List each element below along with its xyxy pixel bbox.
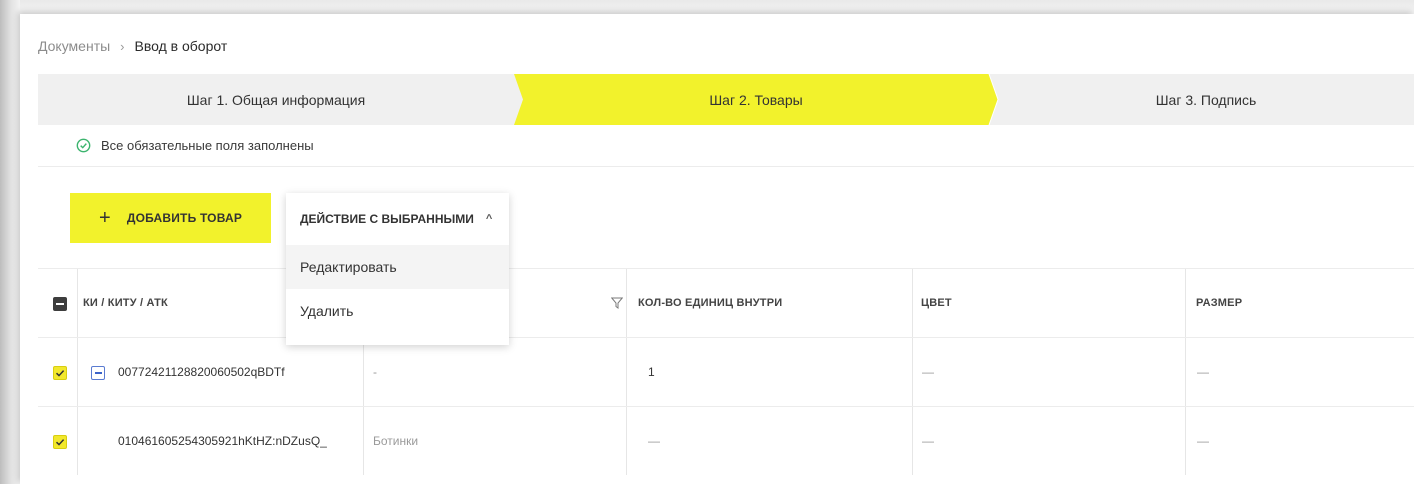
column-divider — [77, 269, 78, 337]
table-row[interactable]: 00772421128820060502qBDTf - 1 — — — [38, 337, 1414, 406]
row-code: 00772421128820060502qBDTf — [118, 365, 285, 379]
row-color: — — [922, 434, 934, 448]
row-size: — — [1197, 365, 1209, 379]
column-divider — [626, 269, 627, 337]
validation-status: Все обязательные поля заполнены — [38, 125, 1414, 167]
checkmark-icon — [55, 439, 65, 446]
row-size: — — [1197, 434, 1209, 448]
table-row[interactable]: 010461605254305921hKtHZ:nDZusQ_ Ботинки … — [38, 406, 1414, 475]
column-header-size[interactable]: РАЗМЕР — [1196, 269, 1396, 337]
checkmark-icon — [55, 370, 65, 377]
column-divider — [363, 407, 364, 475]
validation-status-text: Все обязательные поля заполнены — [101, 138, 314, 153]
actions-dropdown-label: ДЕЙСТВИЕ С ВЫБРАННЫМИ — [300, 212, 474, 226]
breadcrumb-current: Ввод в оборот — [134, 38, 228, 54]
add-product-label: ДОБАВИТЬ ТОВАР — [126, 211, 243, 225]
breadcrumb-documents-link[interactable]: Документы — [38, 38, 110, 54]
step-1-tab[interactable]: Шаг 1. Общая информация — [38, 74, 514, 125]
column-divider — [77, 338, 78, 406]
row-quantity: — — [648, 434, 660, 448]
column-divider — [1185, 269, 1186, 337]
window-frame-top — [0, 0, 1414, 14]
table-header-row: КИ / КИТУ / АТК КОЛ-ВО ЕДИНИЦ ВНУТРИ ЦВЕ… — [38, 268, 1414, 337]
row-name: Ботинки — [373, 434, 419, 448]
column-divider — [912, 269, 913, 337]
window-frame-left — [0, 0, 20, 484]
column-divider — [77, 407, 78, 475]
row-name: - — [373, 365, 377, 379]
check-circle-icon — [76, 138, 91, 153]
column-header-color[interactable]: ЦВЕТ — [921, 269, 1181, 337]
breadcrumb: Документы › Ввод в оборот — [38, 36, 227, 56]
select-all-checkbox[interactable] — [53, 297, 67, 311]
add-product-button[interactable]: + ДОБАВИТЬ ТОВАР — [70, 193, 271, 243]
column-divider — [912, 407, 913, 475]
step-2-tab[interactable]: Шаг 2. Товары — [514, 74, 998, 125]
filter-icon[interactable] — [611, 297, 623, 309]
menu-item-edit[interactable]: Редактировать — [286, 245, 509, 289]
row-code: 010461605254305921hKtHZ:nDZusQ_ — [118, 434, 327, 448]
column-divider — [626, 338, 627, 406]
column-divider — [363, 338, 364, 406]
row-quantity: 1 — [648, 365, 655, 379]
row-checkbox[interactable] — [53, 435, 67, 449]
row-color: — — [922, 365, 934, 379]
chevron-up-icon: ^ — [485, 213, 493, 225]
actions-dropdown-toggle[interactable]: ДЕЙСТВИЕ С ВЫБРАННЫМИ ^ — [286, 193, 509, 245]
expand-row-icon[interactable] — [91, 366, 105, 380]
actions-dropdown: ДЕЙСТВИЕ С ВЫБРАННЫМИ ^ Редактировать Уд… — [286, 193, 509, 345]
column-divider — [626, 407, 627, 475]
row-checkbox[interactable] — [53, 366, 67, 380]
column-divider — [1185, 338, 1186, 406]
column-divider — [1185, 407, 1186, 475]
menu-item-delete[interactable]: Удалить — [286, 289, 509, 333]
wizard-steps: Шаг 1. Общая информация Шаг 2. Товары Ша… — [38, 74, 1414, 125]
column-divider — [912, 338, 913, 406]
plus-icon: + — [98, 207, 111, 229]
step-3-tab[interactable]: Шаг 3. Подпись — [998, 74, 1414, 125]
column-header-quantity[interactable]: КОЛ-ВО ЕДИНИЦ ВНУТРИ — [638, 269, 908, 337]
breadcrumb-separator-icon: › — [120, 38, 125, 54]
